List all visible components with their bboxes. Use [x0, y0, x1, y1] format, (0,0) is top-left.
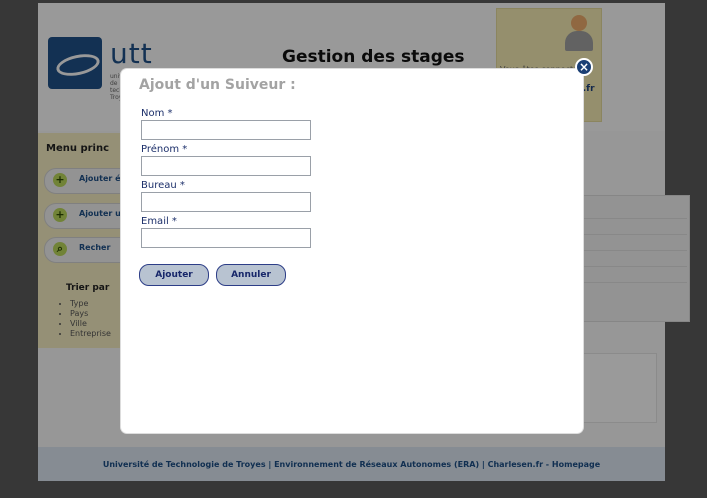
name-label: Nom * [141, 108, 173, 119]
add-follower-modal: Ajout d'un Suiveur : Nom * Prénom * Bure… [121, 69, 583, 433]
email-label: Email * [141, 216, 177, 227]
office-label: Bureau * [141, 180, 185, 191]
first-name-field[interactable] [141, 156, 311, 176]
first-name-label: Prénom * [141, 144, 188, 155]
cancel-button[interactable]: Annuler [216, 264, 286, 286]
email-field[interactable] [141, 228, 311, 248]
name-field[interactable] [141, 120, 311, 140]
modal-title: Ajout d'un Suiveur : [139, 77, 296, 93]
close-icon[interactable]: × [575, 58, 593, 76]
add-button[interactable]: Ajouter [139, 264, 209, 286]
office-field[interactable] [141, 192, 311, 212]
